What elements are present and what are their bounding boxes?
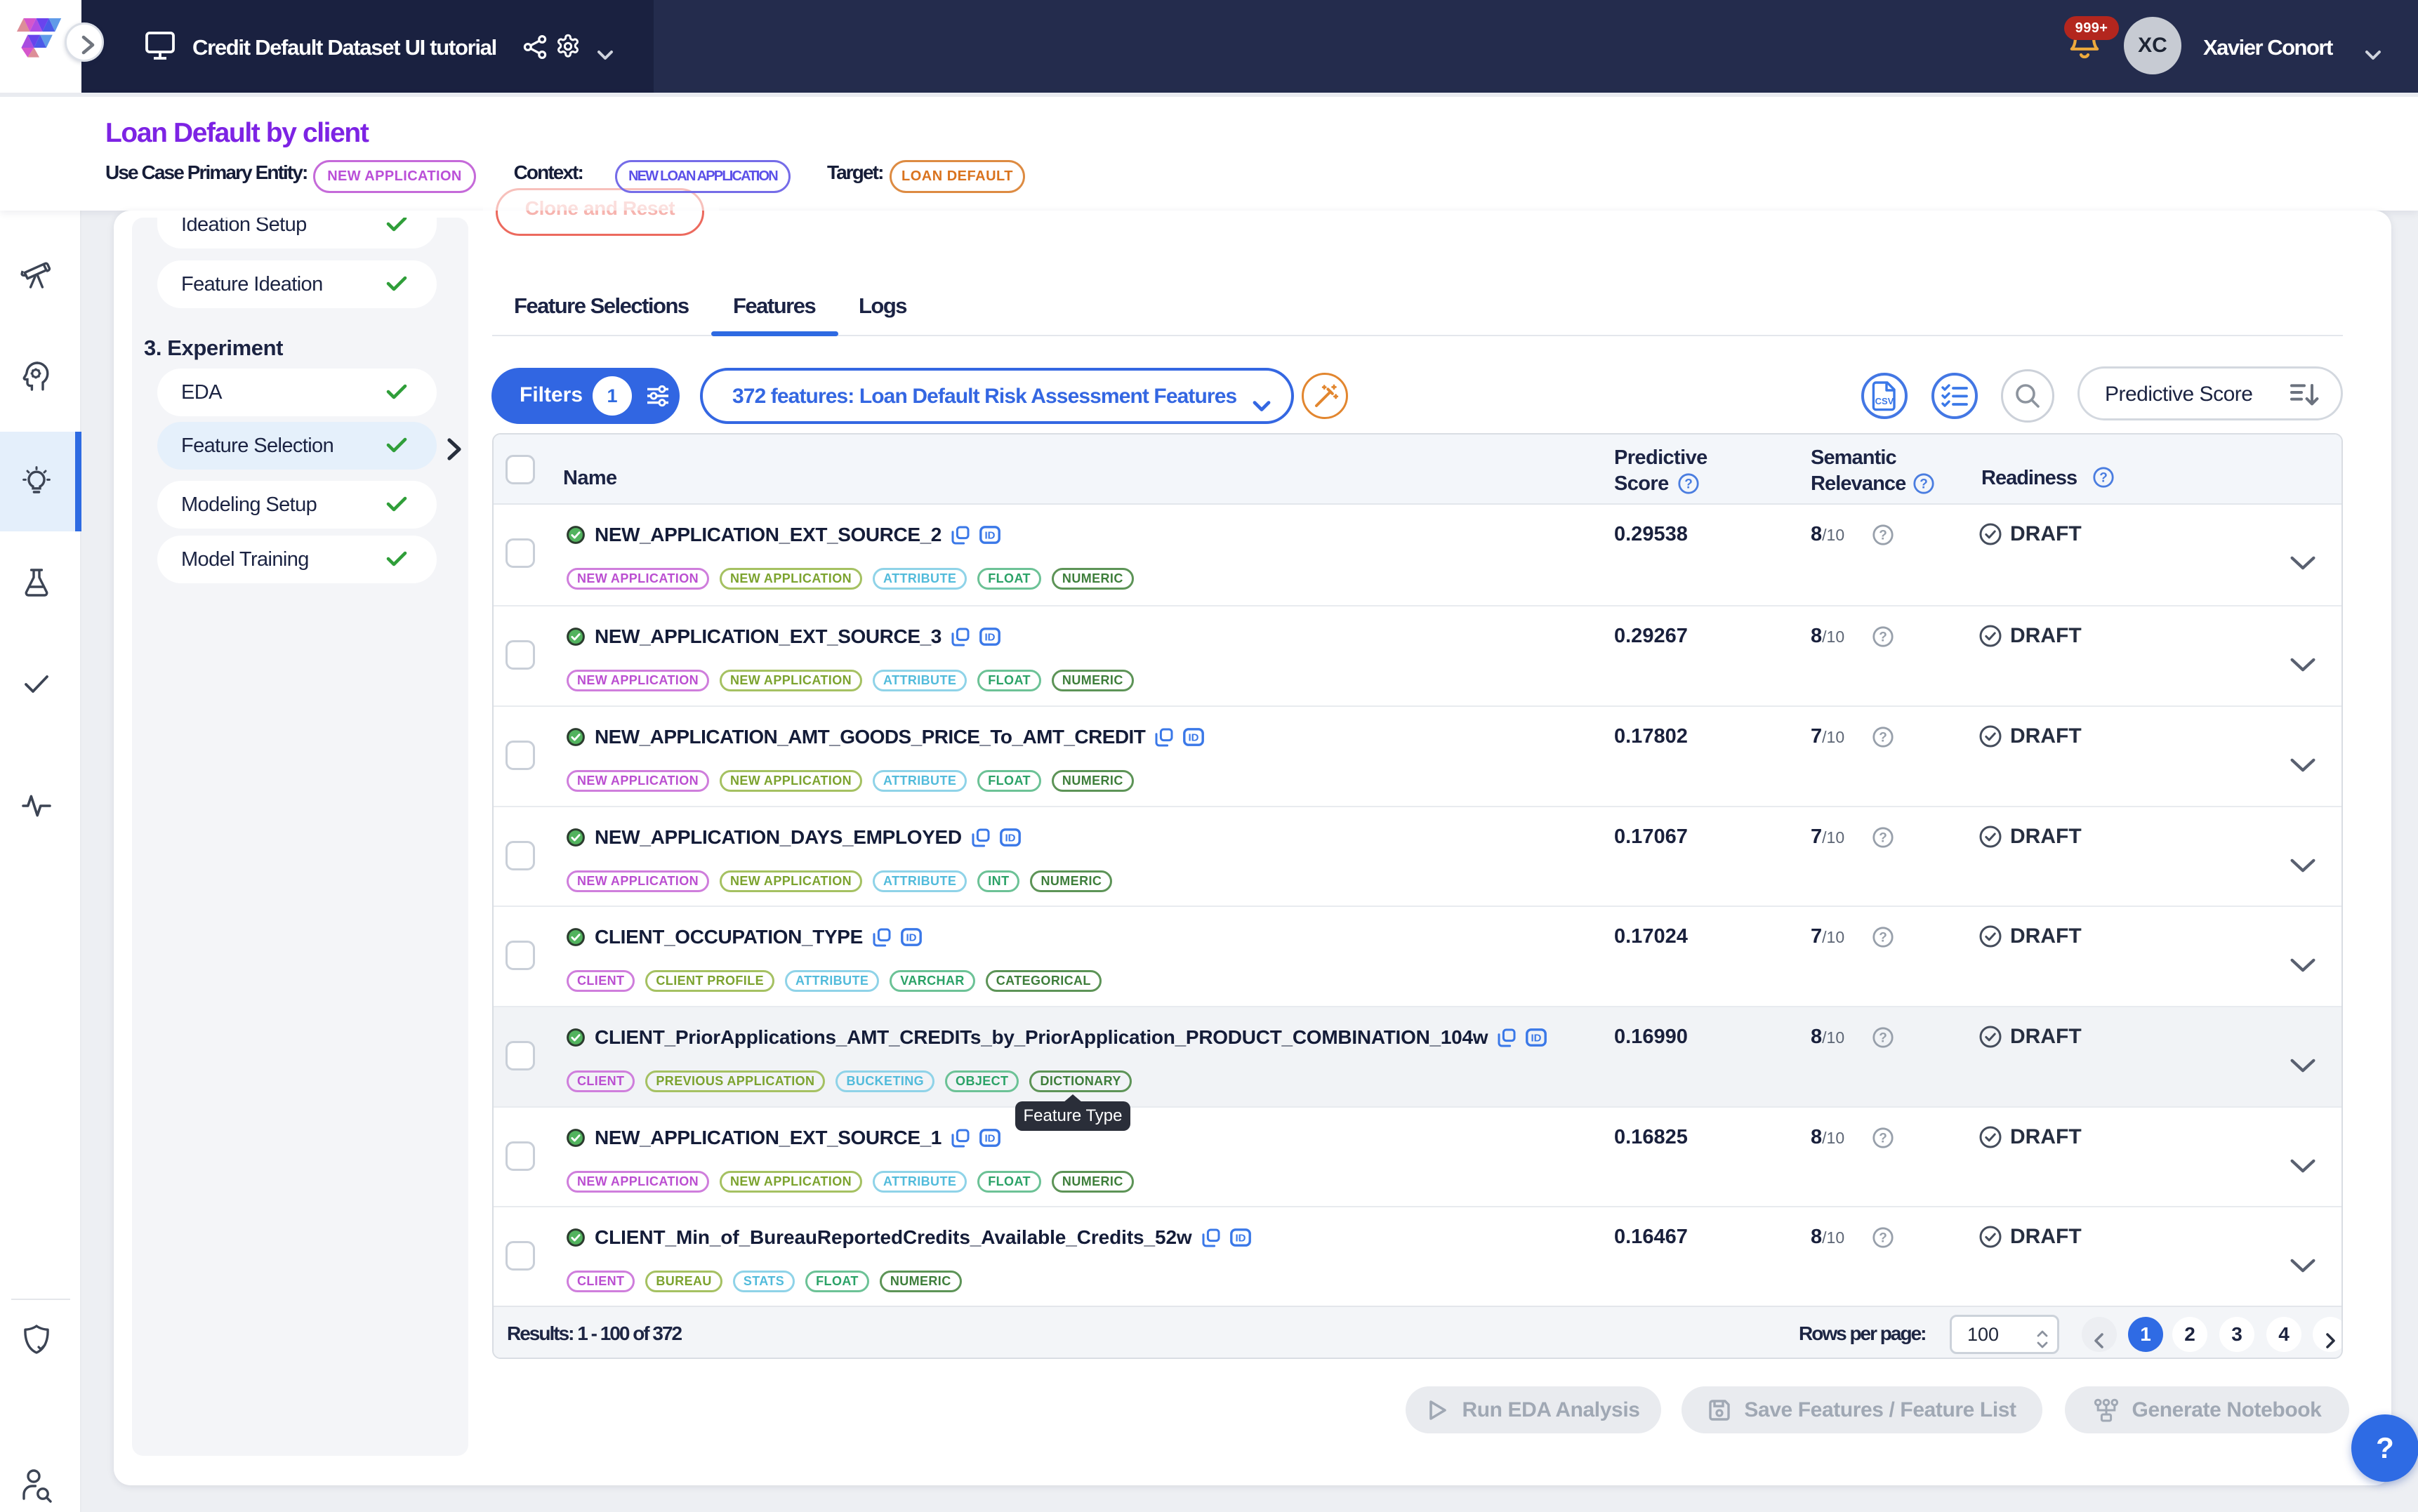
svg-text:CSV: CSV <box>1875 396 1894 406</box>
svg-text:ID: ID <box>1005 833 1015 844</box>
svg-text:?: ? <box>1879 529 1887 543</box>
svg-text:?: ? <box>1879 1132 1887 1146</box>
svg-text:ID: ID <box>984 632 995 644</box>
svg-text:ID: ID <box>984 530 995 542</box>
svg-text:?: ? <box>1879 630 1887 645</box>
svg-text:ID: ID <box>984 1133 995 1145</box>
svg-text:?: ? <box>1879 831 1887 846</box>
svg-text:ID: ID <box>1531 1033 1542 1045</box>
svg-text:?: ? <box>1920 477 1928 492</box>
svg-text:?: ? <box>1879 1031 1887 1046</box>
svg-text:?: ? <box>1879 731 1887 745</box>
svg-text:?: ? <box>2099 471 2108 486</box>
svg-text:?: ? <box>1879 931 1887 946</box>
svg-text:ID: ID <box>906 932 916 944</box>
svg-text:ID: ID <box>1189 732 1199 744</box>
svg-text:?: ? <box>1684 477 1693 492</box>
svg-text:?: ? <box>1879 1231 1887 1246</box>
svg-text:ID: ID <box>1235 1233 1246 1245</box>
